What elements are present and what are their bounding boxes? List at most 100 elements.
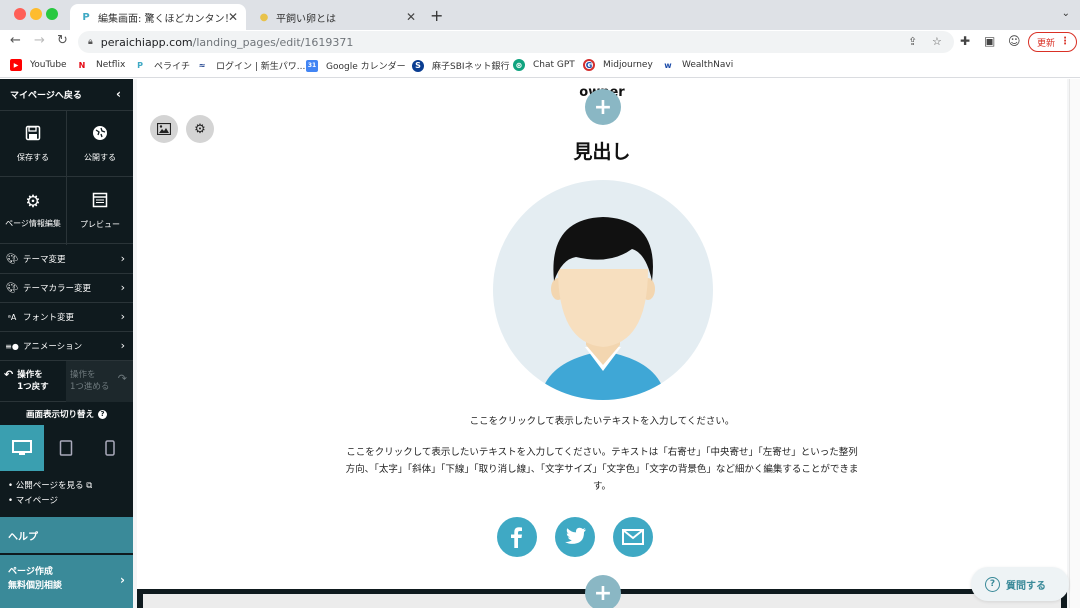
browser-tab-bar: P 編集画面: 驚くほどカンタン！無料 ✕ ● 平飼い卵とは ✕ + ⌄ [0,0,1080,30]
bookmark-login[interactable]: ≈ ログイン | 新生パワ... [196,59,306,72]
menu-label: テーマ変更 [23,255,66,265]
chevron-left-icon: ‹ [116,87,121,101]
chevron-right-icon: › [120,573,125,587]
publish-icon [92,125,108,146]
netflix-icon: N [78,60,86,70]
menu-theme-change[interactable]: 🎨︎ テーマ変更 › [0,245,133,274]
twitter-icon[interactable] [555,517,595,557]
bookmark-netflix[interactable]: N Netflix [76,59,126,71]
minimize-window-button[interactable] [30,8,42,20]
update-button[interactable]: 更新 ⋮ [1028,32,1077,52]
bookmark-wealthnavi[interactable]: w WealthNavi [662,59,733,71]
url-path: /landing_pages/edit/1619371 [192,35,354,49]
close-window-button[interactable] [14,8,26,20]
tab-editor[interactable]: P 編集画面: 驚くほどカンタン！無料 ✕ [70,4,246,30]
zoom-window-button[interactable] [46,8,58,20]
view-public-page-link[interactable]: • 公開ページを見る ⧉ [8,479,92,494]
publish-button[interactable]: 公開する [67,111,133,177]
add-block-button[interactable]: + [585,89,621,125]
bookmark-label: WealthNavi [682,60,734,70]
reload-icon[interactable]: ↻ [57,33,68,48]
address-bar[interactable]: 🔒︎ peraichiapp.com /landing_pages/edit/1… [78,31,954,53]
close-tab-icon[interactable]: ✕ [406,10,416,24]
bookmark-label: 麻子SBIネット銀行 [432,62,510,72]
bookmark-star-icon[interactable]: ☆ [932,35,942,48]
desktop-icon [12,440,32,455]
facebook-icon[interactable] [497,517,537,557]
question-icon[interactable]: ? [98,409,107,419]
back-arrow-icon[interactable]: ← [10,33,21,48]
bookmark-label: ログイン | 新生パワ... [216,62,306,72]
extensions-puzzle-icon[interactable]: ✚ [960,34,970,48]
menu-label: アニメーション [23,342,83,352]
preview-label: プレビュー [80,219,120,229]
add-block-button[interactable]: + [585,575,621,608]
publish-label: 公開する [84,152,116,162]
redo-icon: ↷ [117,372,127,385]
undo-button[interactable]: ↶ 操作を 1つ戻す [4,369,49,393]
ask-question-button[interactable]: ? 質問する [971,567,1069,601]
side-panel-icon[interactable]: ▣ [984,34,995,48]
bookmark-sbi[interactable]: S 麻子SBIネット銀行 [412,59,510,72]
menu-font-change[interactable]: ᵃA フォント変更 › [0,303,133,332]
peraichi-favicon-icon: P [82,11,90,23]
tab-egg[interactable]: ● 平飼い卵とは ✕ [248,4,424,30]
save-icon [25,125,41,146]
chevron-right-icon: › [120,310,125,323]
bookmark-google-calendar[interactable]: 31 Google カレンダー [306,59,406,72]
menu-theme-color-change[interactable]: 🎨︎ テーマカラー変更 › [0,274,133,303]
tablet-view-button[interactable] [44,425,88,471]
heading-text[interactable]: 見出し [137,137,1067,164]
consult-label: ページ作成 [8,567,53,577]
back-to-mypage-button[interactable]: マイページへ戻る ‹ [0,79,133,111]
save-button[interactable]: 保存する [0,111,66,177]
close-tab-icon[interactable]: ✕ [228,10,238,24]
help-button[interactable]: ヘルプ [0,517,133,553]
bookmark-label: Netflix [96,60,126,70]
undo-label: 1つ戻す [17,382,49,392]
body-text[interactable]: ここをクリックして表示したいテキストを入力してください。テキストは「右寄せ」「中… [342,444,862,495]
menu-label: テーマカラー変更 [23,284,92,294]
tab-title: 平飼い卵とは [276,13,336,25]
landing-page-section[interactable]: owner + ⚙ 見出し ここをクリックして表示したいテキストを入力してくださ… [137,79,1067,589]
bookmark-label: YouTube [30,60,67,70]
gear-icon: ⚙ [194,121,206,137]
mail-icon[interactable] [613,517,653,557]
tab-title: 編集画面: 驚くほどカンタン！無料 [98,13,228,25]
forward-arrow-icon[interactable]: → [34,33,45,48]
page-scrollbar[interactable] [1069,79,1080,608]
profile-avatar-icon[interactable]: ☺ [1008,34,1021,48]
menu-animation[interactable]: ≡● アニメーション › [0,332,133,361]
profile-avatar-image[interactable] [492,179,714,401]
bookmark-midjourney[interactable]: G Midjourney [583,59,653,71]
redo-button[interactable]: 操作を 1つ進める ↷ [66,361,133,402]
mobile-view-button[interactable] [88,425,132,471]
chevron-down-icon[interactable]: ⌄ [1062,8,1070,19]
new-tab-button[interactable]: + [430,6,443,25]
preview-button[interactable]: プレビュー [67,178,133,244]
desktop-view-button[interactable] [0,425,44,471]
share-icon[interactable]: ⇪ [908,35,917,48]
chevron-right-icon: › [120,281,125,294]
mobile-icon [105,440,115,456]
gear-icon: ⚙ [25,192,41,212]
bookmark-chatgpt[interactable]: ⊛ Chat GPT [513,59,575,71]
free-consultation-button[interactable]: ページ作成 無料個別相談 › [0,555,133,608]
chevron-right-icon: › [120,339,125,352]
back-label: マイページへ戻る [10,91,82,101]
chevron-right-icon: › [120,252,125,265]
intro-text[interactable]: ここをクリックして表示したいテキストを入力してください。 [137,413,1067,427]
bookmark-peraichi[interactable]: P ペライチ [134,59,190,72]
link-label: 公開ページを見る [15,481,84,491]
tablet-icon [59,440,73,456]
wealthnavi-icon: w [664,60,672,70]
mypage-link[interactable]: • マイページ [8,494,92,509]
bookmark-label: Google カレンダー [326,62,406,72]
link-label: マイページ [15,496,59,506]
page-info-edit-button[interactable]: ⚙ ページ情報編集 [0,178,66,244]
font-icon: ᵃA [7,312,17,322]
bookmark-youtube[interactable]: ▶ YouTube [10,59,67,71]
lock-icon: 🔒︎ [88,37,93,47]
bookmarks-bar: ▶ YouTube N Netflix P ペライチ ≈ ログイン | 新生パワ… [0,54,1080,78]
page-info-label: ページ情報編集 [5,219,61,228]
